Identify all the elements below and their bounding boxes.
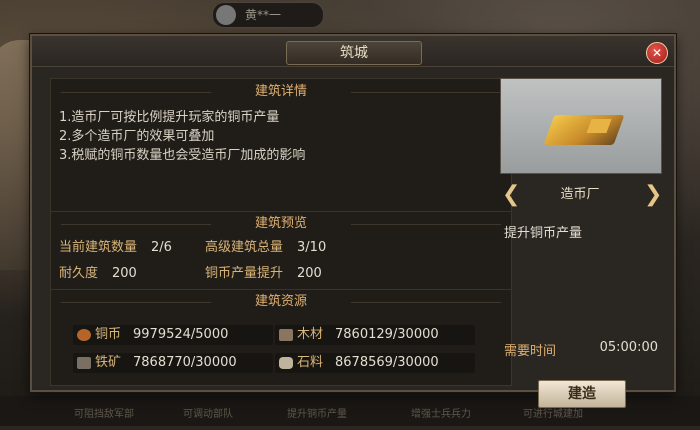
time-label: 需要时间: [504, 344, 557, 359]
resource-value: 9979524/5000: [133, 327, 229, 342]
next-building-arrow-icon[interactable]: ❯: [644, 184, 662, 206]
wood-icon: [279, 329, 293, 341]
resource-value: 7868770/30000: [133, 355, 237, 370]
player-name: 黄**一: [245, 8, 282, 22]
resource-label: 铜币: [95, 327, 122, 342]
divider: [51, 211, 511, 212]
prev-building-arrow-icon[interactable]: ❮: [502, 184, 520, 206]
preview-label: 耐久度: [59, 266, 99, 281]
preview-label: 铜币产量提升: [205, 266, 284, 281]
preview-item-advanced: 高级建筑总量 3/10: [205, 239, 326, 257]
building-name: 造币厂: [560, 187, 600, 202]
detail-line: 3.税赋的铜币数量也会受造币厂加成的影响: [59, 148, 306, 163]
resource-label: 木材: [297, 327, 324, 342]
resources-heading: 建筑资源: [51, 293, 511, 311]
required-time: 需要时间 05:00:00: [504, 340, 658, 359]
player-avatar: [216, 5, 236, 25]
build-city-dialog: 筑城 ✕ 建筑详情 1.造币厂可按比例提升玩家的铜币产量 2.多个造币厂的效果可…: [30, 34, 676, 408]
preview-heading: 建筑预览: [51, 215, 511, 233]
building-preview-image: [500, 78, 662, 174]
mint-building-graphic: [543, 115, 625, 145]
detail-line: 2.多个造币厂的效果可叠加: [59, 129, 215, 144]
resource-iron: 铁矿 7868770/30000: [73, 353, 273, 373]
preview-item-durability: 耐久度 200: [59, 265, 137, 283]
resource-stone: 石料 8678569/30000: [275, 353, 475, 373]
detail-line: 1.造币厂可按比例提升玩家的铜币产量: [59, 110, 280, 125]
time-value: 05:00:00: [599, 340, 658, 355]
preview-value: 200: [112, 266, 137, 281]
preview-value: 200: [297, 266, 322, 281]
dialog-title: 筑城: [286, 41, 422, 65]
building-effect: 提升铜币产量: [504, 226, 583, 241]
resource-copper: 铜币 9979524/5000: [73, 325, 273, 345]
preview-label: 高级建筑总量: [205, 240, 284, 255]
resource-label: 铁矿: [95, 355, 122, 370]
player-name-pill[interactable]: 黄**一: [212, 2, 324, 28]
dialog-title-bar: 筑城 ✕: [32, 36, 674, 67]
preview-item-count: 当前建筑数量 2/6: [59, 239, 172, 257]
building-selector-panel: ❮ 造币厂 ❯ 提升铜币产量 需要时间 05:00:00 建造: [500, 78, 662, 408]
iron-ore-icon: [77, 357, 91, 369]
resource-value: 8678569/30000: [335, 355, 439, 370]
resource-wood: 木材 7860129/30000: [275, 325, 475, 345]
bottom-hint: 增强士兵兵力: [411, 409, 471, 420]
bottom-hint: 可阻挡敌军部: [74, 409, 134, 420]
close-button[interactable]: ✕: [646, 42, 668, 64]
stone-icon: [279, 357, 293, 369]
preview-label: 当前建筑数量: [59, 240, 138, 255]
preview-item-coin-boost: 铜币产量提升 200: [205, 265, 322, 283]
preview-value: 2/6: [151, 240, 172, 255]
build-button[interactable]: 建造: [538, 380, 626, 408]
divider: [51, 289, 511, 290]
preview-value: 3/10: [297, 240, 327, 255]
copper-coin-icon: [77, 329, 91, 341]
building-name-row: ❮ 造币厂 ❯: [500, 182, 662, 208]
detail-heading: 建筑详情: [51, 83, 511, 101]
building-info-panel: 建筑详情 1.造币厂可按比例提升玩家的铜币产量 2.多个造币厂的效果可叠加 3.…: [50, 78, 512, 386]
resource-label: 石料: [297, 355, 324, 370]
resource-value: 7860129/30000: [335, 327, 439, 342]
bottom-hint: 提升铜币产量: [287, 409, 347, 420]
bottom-hint: 可调动部队: [183, 409, 233, 420]
